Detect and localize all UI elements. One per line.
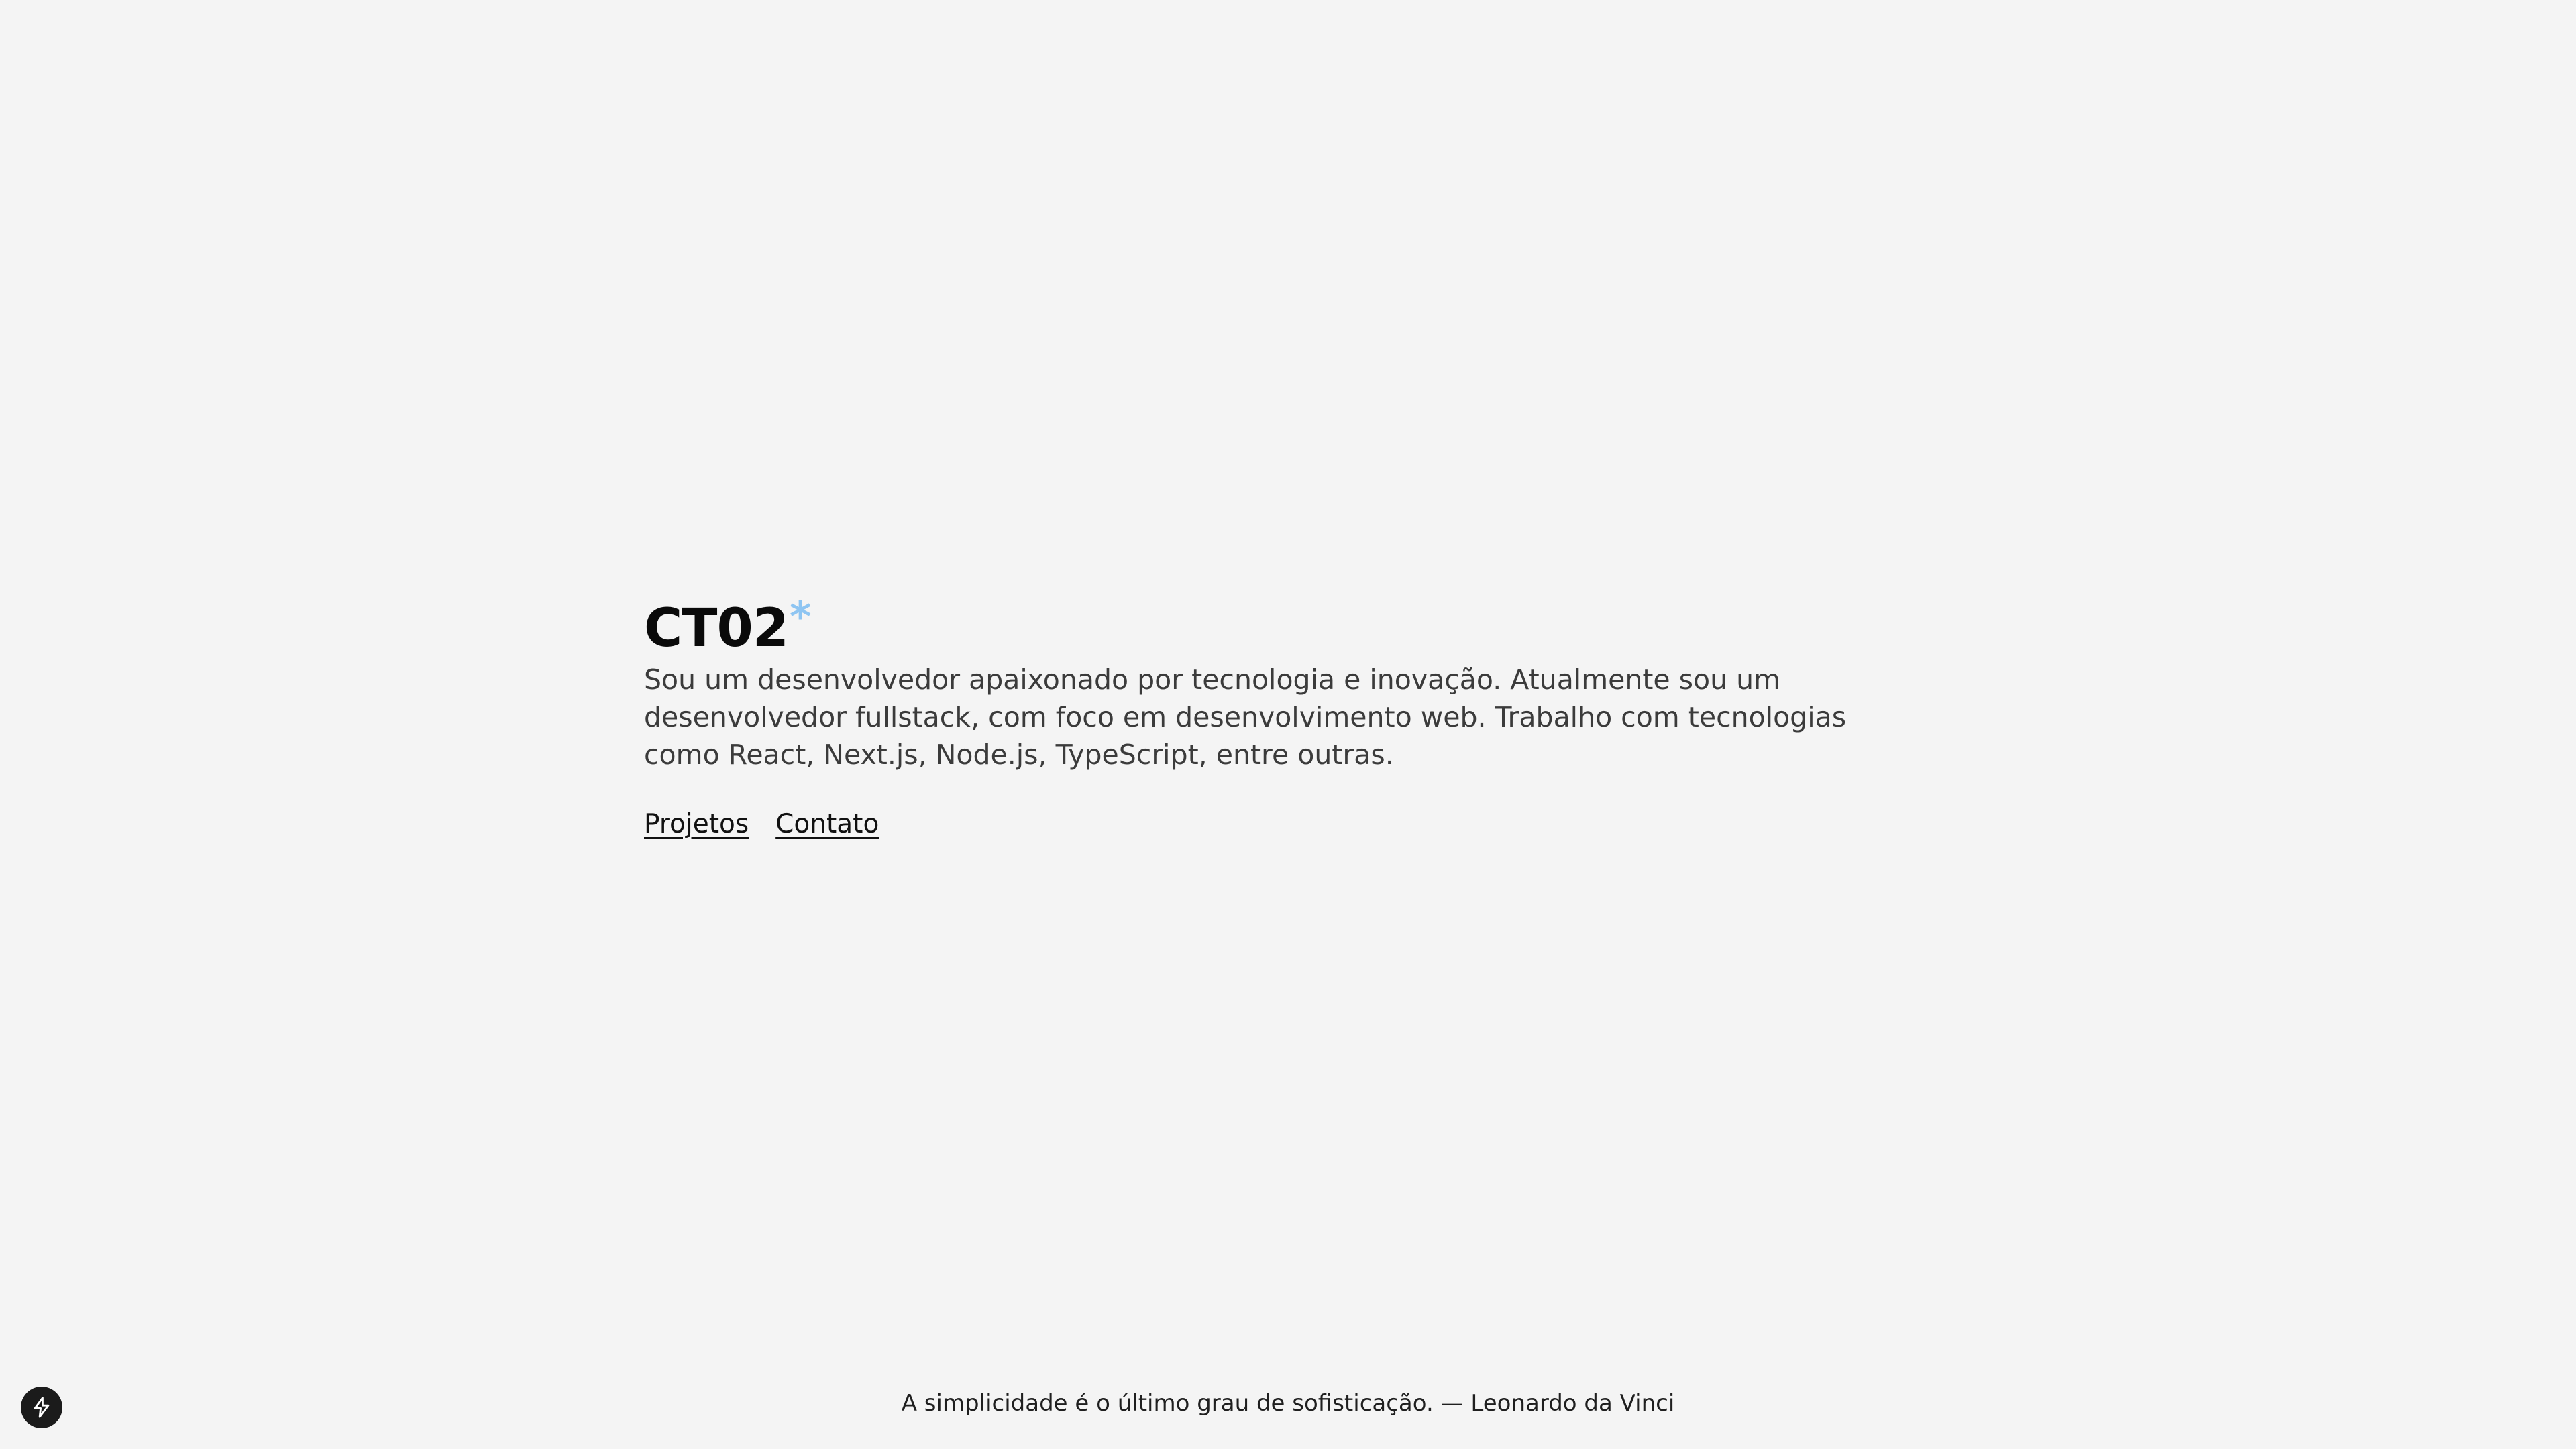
next-dev-tools-button[interactable] (21, 1387, 62, 1428)
site-title-text: CT02 (644, 598, 789, 659)
asterisk-icon: * (790, 592, 811, 641)
hero-section: CT02* Sou um desenvolvedor apaixonado po… (644, 585, 1932, 843)
bio-text: Sou um desenvolvedor apaixonado por tecn… (644, 663, 1847, 771)
hero-links: Projetos Contato (644, 806, 1932, 843)
contact-link[interactable]: Contato (775, 806, 879, 843)
projects-link[interactable]: Projetos (644, 806, 749, 843)
footer-quote: A simplicidade é o último grau de sofist… (901, 1390, 1675, 1417)
lightning-icon (34, 1397, 50, 1418)
site-title: CT02* (644, 585, 1932, 661)
